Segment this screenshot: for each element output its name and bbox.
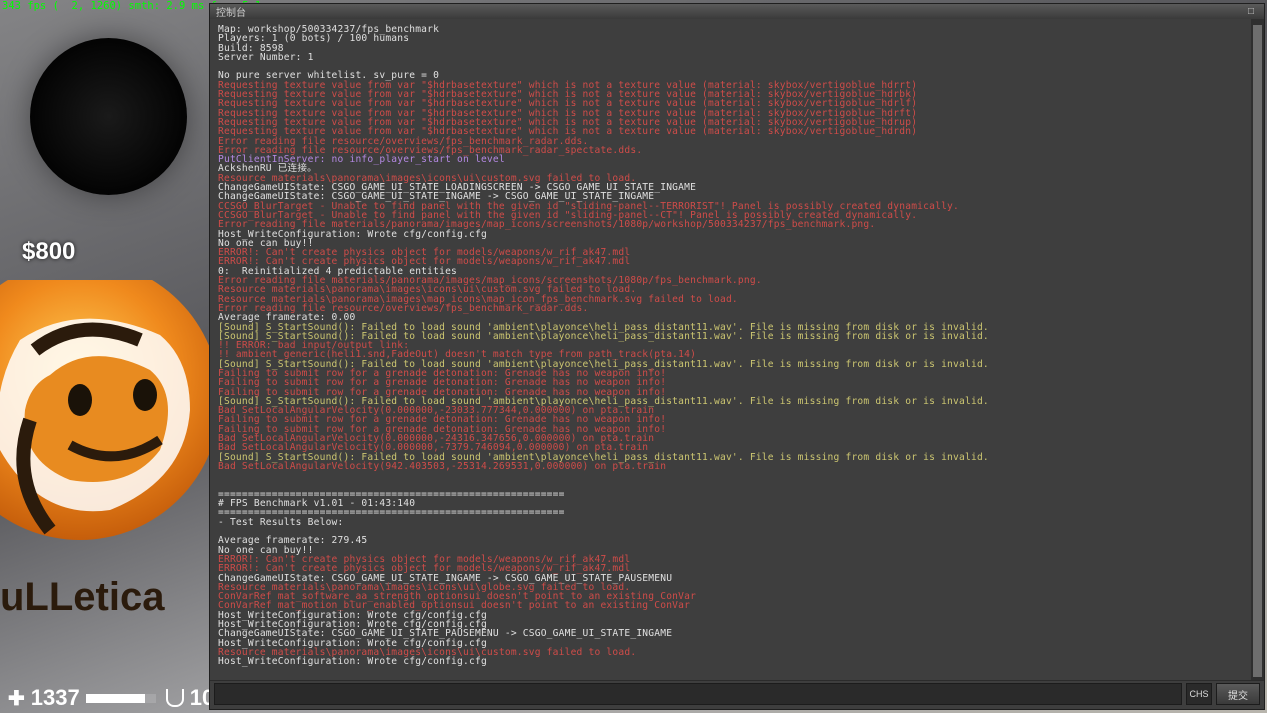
health-value: 1337 bbox=[31, 685, 80, 711]
radar bbox=[30, 38, 187, 195]
developer-console: 控制台 □ Map: workshop/500334237/fps_benchm… bbox=[210, 4, 1264, 709]
money-display: $800 bbox=[22, 238, 75, 266]
close-icon[interactable]: □ bbox=[1248, 7, 1258, 17]
health-icon: ✚ bbox=[8, 686, 25, 711]
armor-icon bbox=[166, 689, 184, 707]
scrollbar-thumb[interactable] bbox=[1253, 25, 1262, 677]
console-line: Bad SetLocalAngularVelocity(942.403503,-… bbox=[218, 461, 666, 472]
console-input-row: CHS 提交 bbox=[210, 680, 1264, 709]
console-output[interactable]: Map: workshop/500334237/fps_benchmark Pl… bbox=[210, 19, 1251, 680]
submit-button[interactable]: 提交 bbox=[1216, 683, 1260, 705]
console-input[interactable] bbox=[214, 683, 1182, 705]
team-name: uLLetica bbox=[0, 575, 165, 619]
health-bar bbox=[86, 694, 156, 703]
console-line: Host_WriteConfiguration: Wrote cfg/confi… bbox=[218, 656, 487, 667]
console-title: 控制台 bbox=[216, 4, 246, 19]
console-titlebar[interactable]: 控制台 □ bbox=[210, 4, 1264, 19]
ime-indicator[interactable]: CHS bbox=[1186, 683, 1212, 705]
console-scrollbar[interactable] bbox=[1251, 19, 1264, 680]
console-line: - Test Results Below: bbox=[218, 517, 344, 528]
console-line: Server Number: 1 bbox=[218, 52, 314, 63]
